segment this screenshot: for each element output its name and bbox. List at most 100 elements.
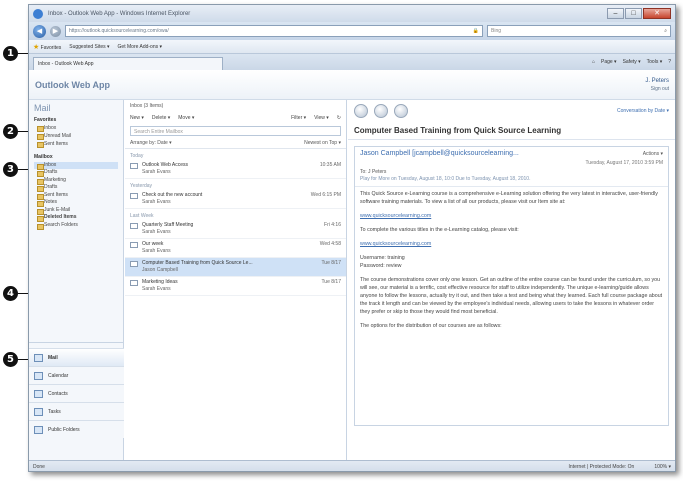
group-header[interactable]: Yesterday [125, 179, 346, 190]
folder-search-folders[interactable]: Search Folders [34, 222, 118, 229]
forward-icon[interactable] [394, 104, 408, 118]
suggested-sites-link[interactable]: Suggested Sites ▾ [69, 44, 109, 50]
address-toolbar: ◀ ▶ https://outlook.quicksourcelearning.… [29, 22, 675, 40]
nav-public-folders[interactable]: Public Folders [29, 420, 124, 438]
message-row[interactable]: Marketing Ideas Sarah Evans Tue 8/17 [125, 277, 346, 296]
back-arrow-icon[interactable]: ◀ [33, 24, 46, 38]
sender-name[interactable]: Jason Campbell [jcampbell@quicksourcelea… [360, 150, 519, 157]
envelope-icon [130, 261, 138, 267]
tab-owa-inbox[interactable]: Inbox - Outlook Web App [33, 57, 223, 70]
favorite-unread-mail[interactable]: Unread Mail [34, 132, 118, 140]
reply-all-icon[interactable] [374, 104, 388, 118]
browser-search-placeholder: Bing [491, 28, 502, 34]
contacts-icon [34, 389, 43, 398]
callout-1: 1 [3, 46, 18, 61]
message-date: Tue 8/17 [321, 279, 341, 285]
arrange-by-dropdown[interactable]: Arrange by: Date ▾ [130, 140, 172, 146]
folder-deleted-items[interactable]: Deleted Items [34, 214, 118, 222]
cmd-safety[interactable]: Safety ▾ [623, 59, 641, 65]
delete-button[interactable]: Delete ▾ [152, 115, 170, 121]
reading-pane: Conversation by Date ▾ Computer Based Tr… [348, 100, 675, 460]
message-date: Fri 4:16 [324, 222, 341, 228]
forward-arrow-icon[interactable]: ▶ [50, 25, 61, 37]
refresh-icon[interactable]: ↻ [337, 115, 341, 121]
sender-row: Jason Campbell [jcampbell@quicksourcelea… [355, 147, 668, 160]
folder-marketing[interactable]: Marketing [34, 177, 118, 184]
message-row[interactable]: Our week Sarah Evans Wed 4:58 [125, 239, 346, 258]
nav-tasks[interactable]: Tasks [29, 402, 124, 420]
browser-search-box[interactable]: Bing ⌕ [487, 25, 671, 37]
folder-drafts[interactable]: Drafts [34, 169, 118, 177]
message-row[interactable]: Computer Based Training from Quick Sourc… [125, 258, 346, 277]
sign-out-link[interactable]: Sign out [645, 85, 669, 93]
nav-calendar[interactable]: Calendar [29, 366, 124, 384]
message-card: Jason Campbell [jcampbell@quicksourcelea… [354, 146, 669, 426]
message-row[interactable]: Outlook Web Access Sarah Evans 10:35 AM [125, 160, 346, 179]
group-header[interactable]: Last Week [125, 209, 346, 220]
folder-inbox[interactable]: Inbox [34, 161, 118, 169]
folder-notes[interactable]: Notes [34, 199, 118, 207]
addons-link[interactable]: Get More Add-ons ▾ [118, 44, 162, 50]
new-button[interactable]: New ▾ [130, 115, 144, 121]
message-sender: Sarah Evans [142, 199, 171, 205]
home-icon[interactable]: ⌂ [592, 59, 595, 65]
help-icon[interactable]: ? [668, 59, 671, 65]
status-bar: Done Internet | Protected Mode: On 100% … [29, 460, 675, 471]
callout-3: 3 [3, 162, 18, 177]
close-button[interactable]: ✕ [643, 8, 671, 19]
minimize-button[interactable]: – [607, 8, 624, 19]
callout-4: 4 [3, 286, 18, 301]
lock-icon[interactable]: 🔒 [473, 28, 479, 34]
message-subject: Outlook Web Access [142, 162, 189, 168]
message-date: Tue 8/17 [321, 260, 341, 266]
window-title: Inbox - Outlook Web App - Windows Intern… [48, 10, 191, 17]
favorites-heading[interactable]: Favorites [34, 116, 118, 124]
mailbox-heading[interactable]: Mailbox [34, 154, 118, 162]
user-name[interactable]: J. Peters [645, 77, 669, 85]
info-bar: Play for More on Tuesday, August 18, 10:… [355, 176, 668, 187]
message-row[interactable]: Quarterly Staff Meeting Sarah Evans Fri 4:… [125, 220, 346, 239]
sort-order-dropdown[interactable]: Newest on Top ▾ [304, 140, 341, 146]
cmd-tools[interactable]: Tools ▾ [647, 59, 663, 65]
envelope-icon [130, 242, 138, 248]
message-date: Wed 4:58 [319, 241, 341, 247]
nav-mail[interactable]: Mail [29, 348, 124, 366]
body-paragraph-3: The course demonstrations cover only one… [360, 277, 663, 315]
message-sender: Sarah Evans [142, 286, 171, 292]
group-header[interactable]: Today [125, 149, 346, 160]
cmd-page[interactable]: Page ▾ [601, 59, 617, 65]
search-icon[interactable]: ⌕ [664, 28, 667, 34]
zoom-level[interactable]: 100% ▾ [654, 464, 671, 470]
folder-junk[interactable]: Junk E-Mail [34, 207, 118, 214]
favorite-sent-items[interactable]: Sent Items [34, 140, 118, 148]
reply-icon[interactable] [354, 104, 368, 118]
message-date: 10:35 AM [319, 162, 341, 168]
move-button[interactable]: Move ▾ [178, 115, 194, 121]
view-button[interactable]: View ▾ [314, 115, 329, 121]
callout-2: 2 [3, 124, 18, 139]
address-url: https://outlook.quicksourcelearning.com/… [69, 28, 169, 34]
body-link-1[interactable]: www.quicksourcelearning.com [355, 209, 668, 223]
security-zone: Internet | Protected Mode: On [568, 463, 635, 470]
nav-contacts[interactable]: Contacts [29, 384, 124, 402]
ie-logo-icon [33, 8, 43, 19]
envelope-icon [130, 193, 138, 199]
folder-sent-items[interactable]: Sent Items [34, 192, 118, 199]
body-link-2[interactable]: www.quicksourcelearning.com [355, 237, 668, 251]
body-paragraph-1: This Quick Source e-Learning course is a… [360, 191, 658, 205]
module-buttons: Mail Calendar Contacts Tasks Public Fold… [29, 348, 124, 438]
filter-button[interactable]: Filter ▾ [291, 115, 306, 121]
actions-dropdown[interactable]: Actions ▾ [643, 151, 663, 157]
mailbox-search-input[interactable]: Search Entire Mailbox [130, 126, 341, 136]
message-row[interactable]: Check out the new account Sarah Evans Wed … [125, 190, 346, 209]
address-bar[interactable]: https://outlook.quicksourcelearning.com/… [65, 25, 483, 37]
list-toolbar: New ▾ Delete ▾ Move ▾ Filter ▾ View ▾ ↻ [125, 112, 346, 124]
favorites-button[interactable]: ★ Favorites [33, 43, 61, 51]
folder-drafts-2[interactable]: Drafts [34, 184, 118, 192]
maximize-button[interactable]: □ [625, 8, 642, 19]
folder-tree: Mailbox Inbox Drafts Marketing Drafts Se… [29, 154, 123, 229]
envelope-icon [130, 223, 138, 229]
nav-splitter[interactable] [29, 342, 124, 343]
favorite-inbox[interactable]: Inbox [34, 124, 118, 132]
conversation-link[interactable]: Conversation by Date ▾ [617, 108, 669, 114]
